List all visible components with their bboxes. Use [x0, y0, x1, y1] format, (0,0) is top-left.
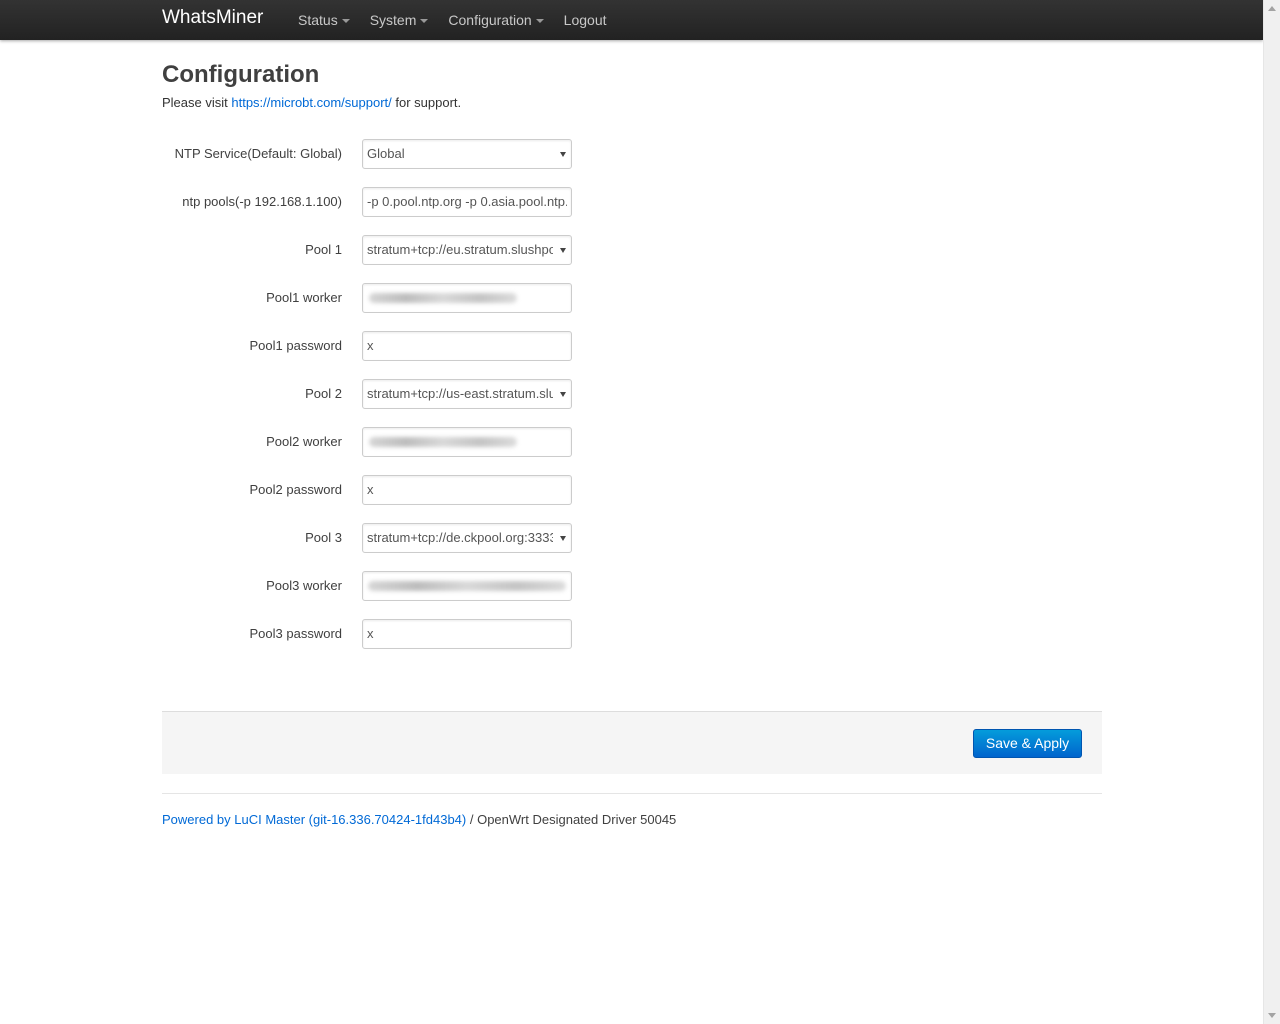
pool2-value: stratum+tcp://us-east.stratum.slushpool.… — [367, 386, 553, 401]
dropdown-arrow-icon — [560, 536, 566, 541]
footer-suffix: / OpenWrt Designated Driver 50045 — [466, 812, 677, 827]
pool1-label: Pool 1 — [305, 242, 342, 257]
pool1-value: stratum+tcp://eu.stratum.slushpool.com:3… — [367, 242, 553, 257]
ntp-pools-label: ntp pools(-p 192.168.1.100) — [182, 194, 342, 209]
menu-status[interactable]: Status — [288, 0, 360, 40]
pool1-password-row: Pool1 password x — [162, 331, 582, 361]
pool2-password-input[interactable]: x — [362, 475, 572, 505]
pool2-password-row: Pool2 password x — [162, 475, 582, 505]
pool3-password-row: Pool3 password x — [162, 619, 582, 649]
menu-logout-label: Logout — [563, 12, 607, 28]
main-menu: Status System Configuration Logout — [288, 0, 617, 40]
pool2-label: Pool 2 — [305, 386, 342, 401]
caret-down-icon — [341, 19, 350, 23]
pool2-worker-input[interactable] — [362, 427, 572, 457]
redacted-worker-value — [369, 293, 517, 303]
scroll-up-icon[interactable] — [1268, 6, 1276, 11]
ntp-pools-value: -p 0.pool.ntp.org -p 0.asia.pool.ntp.org — [367, 194, 567, 209]
luci-link[interactable]: Powered by LuCI Master (git-16.336.70424… — [162, 812, 466, 827]
pool3-label: Pool 3 — [305, 530, 342, 545]
ntp-service-row: NTP Service(Default: Global) Global — [162, 139, 582, 169]
pool1-select[interactable]: stratum+tcp://eu.stratum.slushpool.com:3… — [362, 235, 572, 265]
footer: Powered by LuCI Master (git-16.336.70424… — [162, 812, 676, 827]
pool1-worker-label: Pool1 worker — [266, 290, 342, 305]
pool1-password-input[interactable]: x — [362, 331, 572, 361]
page-viewport: WhatsMiner Status System Configuration L… — [0, 0, 1263, 1024]
redacted-worker-value — [369, 437, 517, 447]
page-title: Configuration — [162, 61, 320, 88]
vertical-scrollbar[interactable] — [1263, 0, 1280, 1024]
redacted-worker-value — [368, 581, 566, 591]
support-prefix: Please visit — [162, 95, 232, 110]
menu-system[interactable]: System — [360, 0, 439, 40]
brand-logo-link[interactable]: WhatsMiner — [162, 7, 263, 29]
caret-down-icon — [535, 19, 544, 23]
support-note: Please visit https://microbt.com/support… — [162, 95, 461, 110]
support-link[interactable]: https://microbt.com/support/ — [231, 95, 391, 110]
top-navbar: WhatsMiner Status System Configuration L… — [0, 0, 1263, 40]
dropdown-arrow-icon — [560, 392, 566, 397]
pool2-worker-label: Pool2 worker — [266, 434, 342, 449]
pool3-password-value: x — [367, 626, 374, 641]
pool2-select[interactable]: stratum+tcp://us-east.stratum.slushpool.… — [362, 379, 572, 409]
pool1-worker-row: Pool1 worker — [162, 283, 582, 313]
save-apply-button[interactable]: Save & Apply — [973, 729, 1082, 758]
ntp-service-label: NTP Service(Default: Global) — [174, 146, 342, 161]
pool1-row: Pool 1 stratum+tcp://eu.stratum.slushpoo… — [162, 235, 582, 265]
pool3-worker-input[interactable] — [362, 571, 572, 601]
pool1-worker-input[interactable] — [362, 283, 572, 313]
pool3-row: Pool 3 stratum+tcp://de.ckpool.org:3333 — [162, 523, 582, 553]
pool2-worker-row: Pool2 worker — [162, 427, 582, 457]
support-suffix: for support. — [391, 95, 462, 110]
dropdown-arrow-icon — [560, 248, 566, 253]
pool2-password-label: Pool2 password — [249, 482, 343, 497]
ntp-pools-row: ntp pools(-p 192.168.1.100) -p 0.pool.nt… — [162, 187, 582, 217]
menu-logout[interactable]: Logout — [554, 0, 617, 40]
dropdown-arrow-icon — [560, 152, 566, 157]
menu-status-label: Status — [298, 12, 338, 28]
pool3-select[interactable]: stratum+tcp://de.ckpool.org:3333 — [362, 523, 572, 553]
pool1-password-label: Pool1 password — [249, 338, 343, 353]
ntp-pools-input[interactable]: -p 0.pool.ntp.org -p 0.asia.pool.ntp.org — [362, 187, 572, 217]
menu-configuration[interactable]: Configuration — [438, 0, 553, 40]
pool2-password-value: x — [367, 482, 374, 497]
caret-down-icon — [420, 19, 429, 23]
pool3-value: stratum+tcp://de.ckpool.org:3333 — [367, 530, 553, 545]
menu-configuration-label: Configuration — [448, 12, 532, 28]
ntp-service-select[interactable]: Global — [362, 139, 572, 169]
pool3-worker-label: Pool3 worker — [266, 578, 342, 593]
scroll-down-icon[interactable] — [1268, 1013, 1276, 1018]
pool3-worker-row: Pool3 worker — [162, 571, 582, 601]
footer-divider — [162, 793, 1102, 794]
menu-system-label: System — [369, 12, 417, 28]
pool3-password-input[interactable]: x — [362, 619, 572, 649]
pool2-row: Pool 2 stratum+tcp://us-east.stratum.slu… — [162, 379, 582, 409]
ntp-service-value: Global — [367, 146, 405, 161]
pool3-password-label: Pool3 password — [249, 626, 343, 641]
pool1-password-value: x — [367, 338, 374, 353]
form-actions-bar: Save & Apply — [162, 711, 1102, 774]
